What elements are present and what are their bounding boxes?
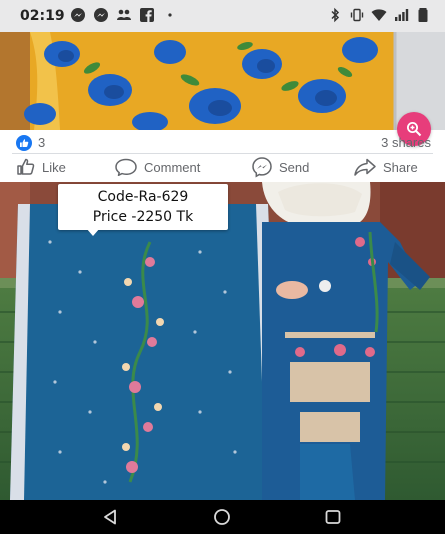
like-label: Like xyxy=(42,159,66,175)
like-icon xyxy=(17,158,35,175)
post-actions: Like Comment Send Share xyxy=(0,155,445,179)
vibrate-icon xyxy=(350,8,364,22)
back-icon[interactable] xyxy=(101,508,119,526)
price-tag: Code-Ra-629 Price -2250 Tk xyxy=(58,184,228,230)
messenger-icon xyxy=(94,8,108,22)
product-code: Code-Ra-629 xyxy=(97,189,189,205)
price-tag-pointer xyxy=(86,228,100,236)
yellow-floral-fabric-illustration xyxy=(0,32,445,130)
home-icon[interactable] xyxy=(213,508,231,526)
product-price: Price -2250 Tk xyxy=(92,209,194,225)
reaction-count[interactable]: 3 xyxy=(38,135,45,150)
system-icons xyxy=(327,7,431,23)
wifi-icon xyxy=(371,9,387,21)
reaction-summary: 3 3 shares xyxy=(0,130,445,154)
send-button[interactable]: Send xyxy=(251,155,309,179)
signal-icon xyxy=(395,9,409,21)
post-image-yellow-fabric[interactable] xyxy=(0,32,445,130)
messenger-send-icon xyxy=(252,157,272,178)
comment-button[interactable]: Comment xyxy=(114,155,200,179)
comment-label: Comment xyxy=(144,159,201,175)
battery-icon xyxy=(418,8,428,22)
android-nav-bar xyxy=(0,500,445,534)
send-label: Send xyxy=(279,159,310,175)
status-time: 02:19 xyxy=(20,8,65,24)
facebook-icon xyxy=(140,8,154,22)
bluetooth-icon xyxy=(331,7,340,23)
comment-icon xyxy=(115,158,137,177)
people-icon xyxy=(117,9,131,20)
more-dots-icon xyxy=(168,13,172,17)
share-label: Share xyxy=(383,159,418,175)
share-button[interactable]: Share xyxy=(353,155,418,179)
status-bar: 02:19 xyxy=(0,0,445,32)
notification-icons xyxy=(70,7,178,23)
messenger-icon xyxy=(71,8,85,22)
recents-icon[interactable] xyxy=(324,508,342,526)
divider xyxy=(12,153,433,154)
shares-count[interactable]: 3 shares xyxy=(381,135,431,150)
like-reaction-icon[interactable] xyxy=(16,135,32,151)
like-button[interactable]: Like xyxy=(16,155,66,179)
thumbs-up-icon xyxy=(20,139,29,147)
share-icon xyxy=(354,158,376,176)
